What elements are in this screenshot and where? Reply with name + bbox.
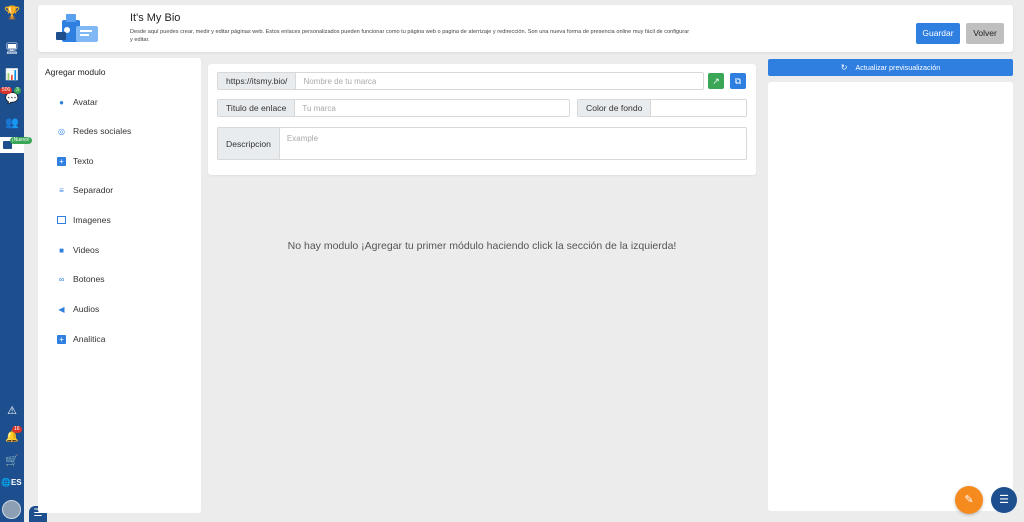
- brand-url-group: https://itsmy.bio/: [217, 72, 704, 90]
- module-social[interactable]: ◎ Redes sociales: [57, 124, 131, 138]
- preview-pane: [768, 82, 1013, 511]
- cart-icon[interactable]: 🛒: [4, 454, 20, 468]
- save-button[interactable]: Guardar: [916, 23, 960, 44]
- module-label: Botones: [73, 274, 105, 284]
- description-label: Descripcion: [218, 128, 280, 159]
- module-images[interactable]: Imagenes: [57, 213, 111, 227]
- brand-name-input[interactable]: [296, 73, 703, 89]
- users-icon[interactable]: 👥: [4, 116, 20, 130]
- bio-form-card: https://itsmy.bio/ ↗ ⧉ Titulo de enlace …: [208, 64, 756, 175]
- bg-color-label: Color de fondo: [578, 100, 652, 116]
- bg-color-group: Color de fondo: [577, 99, 747, 117]
- page-title: It's My Bio: [130, 12, 181, 24]
- module-buttons[interactable]: ∞ Botones: [57, 272, 105, 286]
- module-label: Audios: [73, 304, 100, 314]
- messages-badge: 500: [0, 87, 13, 94]
- open-external-button[interactable]: ↗: [708, 73, 724, 89]
- refresh-preview-label: Actualizar previsualización: [855, 63, 941, 72]
- link-icon: ∞: [58, 274, 65, 284]
- module-label: Imagenes: [73, 215, 111, 225]
- link-title-label: Titulo de enlace: [218, 100, 296, 116]
- language-selector[interactable]: 🌐ES: [1, 478, 22, 487]
- back-button[interactable]: Volver: [966, 23, 1004, 44]
- description-group: Descripcion: [217, 127, 747, 160]
- edit-fab-button[interactable]: ✎: [955, 486, 983, 514]
- chat-fab-button[interactable]: ☰: [991, 487, 1017, 513]
- instagram-icon: ◎: [58, 126, 65, 136]
- trophy-icon[interactable]: 🏆: [4, 6, 20, 20]
- module-audios[interactable]: ◀ Audios: [57, 302, 99, 316]
- new-badge: ¡Nuevo!: [10, 137, 32, 144]
- monitor-icon[interactable]: 🖥: [4, 42, 20, 56]
- module-label: Texto: [73, 156, 94, 166]
- left-rail: 🏆 🖥 📊 💬 500 3 👥 ¡Nuevo! ⚠ 🔔 16 🛒 🌐ES: [0, 0, 32, 522]
- module-label: Videos: [73, 245, 100, 255]
- empty-modules-message: No hay modulo ¡Agregar tu primer módulo …: [287, 240, 677, 252]
- external-link-icon: ↗: [712, 76, 720, 86]
- module-videos[interactable]: ■ Videos: [57, 243, 99, 257]
- chat-bubble-icon: ☰: [999, 494, 1009, 506]
- chat-icon[interactable]: 💬: [4, 92, 20, 106]
- description-textarea[interactable]: [279, 128, 746, 159]
- chart-icon[interactable]: 📊: [4, 68, 20, 82]
- module-avatar[interactable]: ● Avatar: [57, 95, 98, 109]
- module-analytics[interactable]: + Analitica: [57, 332, 105, 346]
- video-icon: ■: [59, 245, 64, 255]
- bars-icon: ≡: [59, 185, 64, 195]
- plus-square-icon: +: [57, 334, 66, 344]
- link-title-input[interactable]: [295, 100, 569, 116]
- volume-icon: ◀: [58, 304, 65, 314]
- refresh-preview-button[interactable]: ↻ Actualizar previsualización: [768, 59, 1013, 76]
- page-header: It's My Bio Desde aquí puedes crear, med…: [38, 5, 1013, 52]
- globe-icon: 🌐: [1, 478, 11, 487]
- alerts-badge: 16: [12, 426, 22, 433]
- small-badge: 3: [14, 87, 21, 94]
- copy-icon: ⧉: [734, 76, 742, 86]
- link-title-group: Titulo de enlace: [217, 99, 570, 117]
- url-prefix: https://itsmy.bio/: [218, 73, 297, 89]
- image-icon: [57, 216, 66, 224]
- module-label: Avatar: [73, 97, 98, 107]
- page-description: Desde aquí puedes crear, medir y editar …: [130, 29, 690, 43]
- pencil-icon: ✎: [964, 494, 974, 506]
- warning-icon[interactable]: ⚠: [4, 404, 20, 418]
- bio-link-illustration-icon: [56, 14, 98, 42]
- module-separator[interactable]: ≡ Separador: [57, 183, 113, 197]
- language-label: ES: [10, 478, 22, 487]
- rail-item-bio[interactable]: ¡Nuevo!: [0, 137, 32, 153]
- refresh-icon: ↻: [840, 63, 848, 72]
- copy-button[interactable]: ⧉: [730, 73, 746, 89]
- module-text[interactable]: + Texto: [57, 154, 94, 168]
- plus-square-icon: +: [57, 156, 66, 166]
- module-label: Analitica: [73, 334, 106, 344]
- modules-title: Agregar modulo: [45, 67, 106, 77]
- bg-color-input[interactable]: [651, 100, 746, 116]
- module-label: Separador: [73, 185, 114, 195]
- user-icon: ●: [59, 97, 64, 107]
- avatar[interactable]: [2, 500, 21, 519]
- modules-panel: Agregar modulo ● Avatar ◎ Redes sociales…: [38, 58, 201, 513]
- module-label: Redes sociales: [73, 126, 132, 136]
